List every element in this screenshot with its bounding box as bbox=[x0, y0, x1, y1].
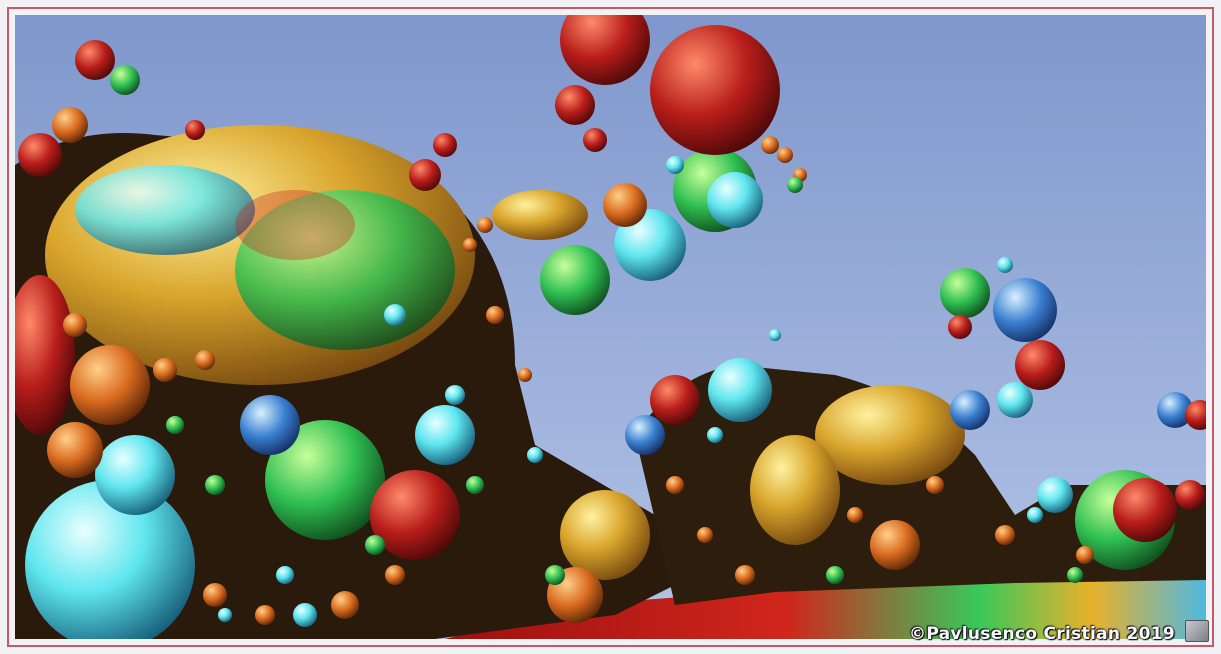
fractal-scene bbox=[15, 15, 1206, 639]
tendril-sphere-5 bbox=[185, 120, 205, 140]
red-sphere-tiny bbox=[555, 85, 595, 125]
cyan-flower-patch bbox=[75, 165, 255, 255]
tendril-sphere-2 bbox=[110, 65, 140, 95]
gold-sphere-chain bbox=[492, 190, 588, 240]
cyan-sphere-right bbox=[708, 358, 772, 422]
blue-sphere-right-3 bbox=[993, 278, 1057, 342]
gold-sphere-low bbox=[560, 490, 650, 580]
blue-sphere-small bbox=[240, 395, 300, 455]
cyan-sphere-far-right bbox=[1037, 477, 1073, 513]
fractal-artwork bbox=[15, 15, 1206, 639]
tendril-sphere-4 bbox=[18, 133, 62, 177]
cyan-sphere-upper bbox=[707, 172, 763, 228]
artist-watermark: ©Pavlusenco Cristian 2019 bbox=[909, 624, 1175, 644]
tendril-sphere-1 bbox=[75, 40, 115, 80]
cyan-sphere-right-2 bbox=[997, 382, 1033, 418]
red-dome-stripe bbox=[235, 190, 355, 260]
tendril-sphere-3 bbox=[52, 107, 88, 143]
red-sphere-tiny-right bbox=[948, 315, 972, 339]
orange-sphere-left bbox=[70, 345, 150, 425]
gold-egg-right bbox=[750, 435, 840, 545]
orange-sphere-chain bbox=[603, 183, 647, 227]
cyan-sphere-small bbox=[415, 405, 475, 465]
green-sphere-chain bbox=[540, 245, 610, 315]
tendril-sphere-7 bbox=[409, 159, 441, 191]
picture-frame: ©Pavlusenco Cristian 2019 bbox=[0, 0, 1221, 654]
cyan-sphere-mid bbox=[95, 435, 175, 515]
orange-sphere-right bbox=[870, 520, 920, 570]
blue-sphere-right-2 bbox=[950, 390, 990, 430]
red-sphere-tiny-2 bbox=[583, 128, 607, 152]
tendril-sphere-6 bbox=[433, 133, 457, 157]
blue-sphere-right bbox=[625, 415, 665, 455]
red-sphere-right bbox=[650, 375, 700, 425]
red-sphere-edge-2 bbox=[1175, 480, 1205, 510]
red-sphere-right-2 bbox=[1015, 340, 1065, 390]
gold-dome-right bbox=[815, 385, 965, 485]
red-sphere-far-right bbox=[1113, 478, 1177, 542]
red-sphere-top bbox=[650, 25, 780, 155]
green-sphere-right bbox=[940, 268, 990, 318]
orange-sphere-small bbox=[47, 422, 103, 478]
signature-badge-icon bbox=[1185, 620, 1209, 642]
